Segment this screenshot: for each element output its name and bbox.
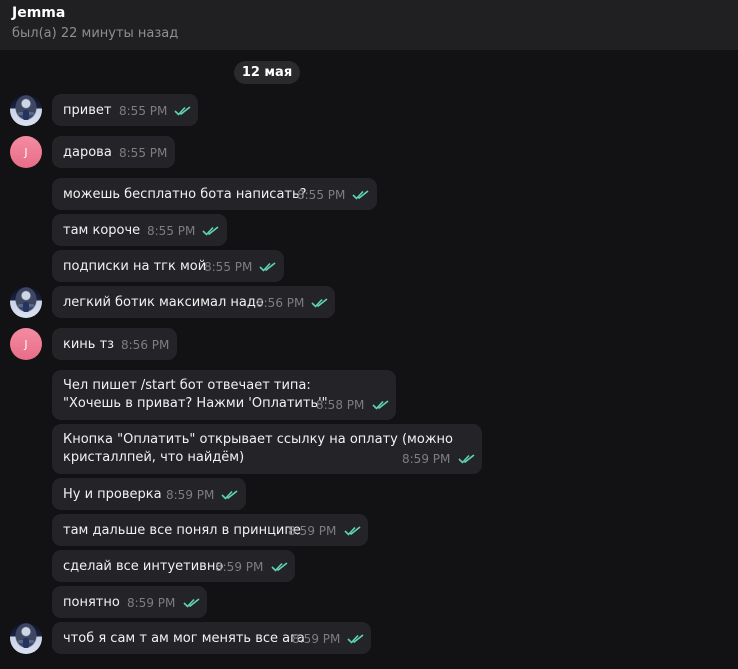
double-check-icon (271, 562, 288, 572)
message-time: 8:59 PM (127, 596, 176, 610)
message-bubble[interactable]: там короче 8:55 PM (52, 214, 227, 246)
message-time: 8:55 PM (119, 146, 168, 160)
double-check-icon (458, 454, 475, 464)
double-check-icon (174, 106, 191, 116)
message-time: 8:56 PM (256, 296, 305, 310)
message-time: 8:55 PM (147, 224, 196, 238)
message-bubble[interactable]: Ну и проверка 8:59 PM (52, 478, 246, 510)
message-text: Кнопка "Оплатить" открывает ссылку на оп… (63, 432, 453, 447)
message-time: 8:59 PM (402, 452, 451, 466)
message-bubble[interactable]: можешь бесплатно бота написать? 8:55 PM (52, 178, 377, 210)
message-bubble[interactable]: кинь тз 8:56 PM (52, 328, 177, 360)
sender-avatar[interactable] (10, 622, 42, 654)
message-time: 8:59 PM (288, 524, 337, 538)
message-bubble[interactable]: Кнопка "Оплатить" открывает ссылку на оп… (52, 424, 482, 474)
contact-avatar[interactable]: J (10, 136, 42, 168)
message-time: 8:59 PM (166, 488, 215, 502)
sender-avatar[interactable] (10, 94, 42, 126)
last-seen-status: был(а) 22 минуты назад (12, 26, 179, 41)
date-separator: 12 мая (234, 61, 300, 84)
message-bubble[interactable]: подписки на тгк мой 8:55 PM (52, 250, 284, 282)
message-bubble[interactable]: сделай все интуетивно 8:59 PM (52, 550, 295, 582)
message-text: понятно (63, 595, 120, 610)
double-check-icon (259, 262, 276, 272)
message-text-line2: "Хочешь в приват? Нажми 'Оплатить'" (63, 396, 328, 411)
message-text: легкий ботик максимал надо (63, 295, 264, 310)
double-check-icon (344, 526, 361, 536)
double-check-icon (372, 400, 389, 410)
message-text: там дальше все понял в принципе (63, 523, 301, 538)
chat-title[interactable]: Jemma (12, 5, 65, 21)
message-bubble[interactable]: чтоб я сам т ам мог менять все ага 8:59 … (52, 622, 371, 654)
double-check-icon (202, 226, 219, 236)
message-text: там короче (63, 223, 141, 238)
message-time: 8:59 PM (215, 560, 264, 574)
message-time: 8:55 PM (204, 260, 253, 274)
message-text: привет (63, 103, 112, 118)
message-bubble[interactable]: там дальше все понял в принципе 8:59 PM (52, 514, 368, 546)
message-text: Ну и проверка (63, 487, 162, 502)
message-text-line2: кристаллпей, что найдём) (63, 450, 245, 465)
double-check-icon (221, 490, 238, 500)
sender-avatar[interactable] (10, 286, 42, 318)
message-bubble[interactable]: легкий ботик максимал надо 8:56 PM (52, 286, 335, 318)
message-time: 8:56 PM (121, 338, 170, 352)
message-bubble[interactable]: понятно 8:59 PM (52, 586, 207, 618)
message-time: 8:58 PM (316, 398, 365, 412)
message-text: сделай все интуетивно (63, 559, 224, 574)
message-text: Чел пишет /start бот отвечает типа: (63, 378, 311, 393)
message-text: чтоб я сам т ам мог менять все ага (63, 631, 305, 646)
message-text: дарова (63, 145, 112, 160)
message-time: 8:55 PM (297, 188, 346, 202)
double-check-icon (352, 190, 369, 200)
double-check-icon (183, 598, 200, 608)
double-check-icon (311, 298, 328, 308)
message-text: кинь тз (63, 337, 115, 352)
double-check-icon (347, 634, 364, 644)
message-time: 8:59 PM (292, 632, 341, 646)
message-bubble[interactable]: дарова 8:55 PM (52, 136, 175, 168)
message-bubble[interactable]: привет 8:55 PM (52, 94, 198, 126)
message-text: подписки на тгк мой (63, 259, 207, 274)
message-text: можешь бесплатно бота написать? (63, 187, 307, 202)
message-time: 8:55 PM (119, 104, 168, 118)
contact-avatar[interactable]: J (10, 328, 42, 360)
message-bubble[interactable]: Чел пишет /start бот отвечает типа: "Хоч… (52, 370, 396, 420)
chat-header[interactable]: Jemma был(а) 22 минуты назад (0, 0, 738, 50)
